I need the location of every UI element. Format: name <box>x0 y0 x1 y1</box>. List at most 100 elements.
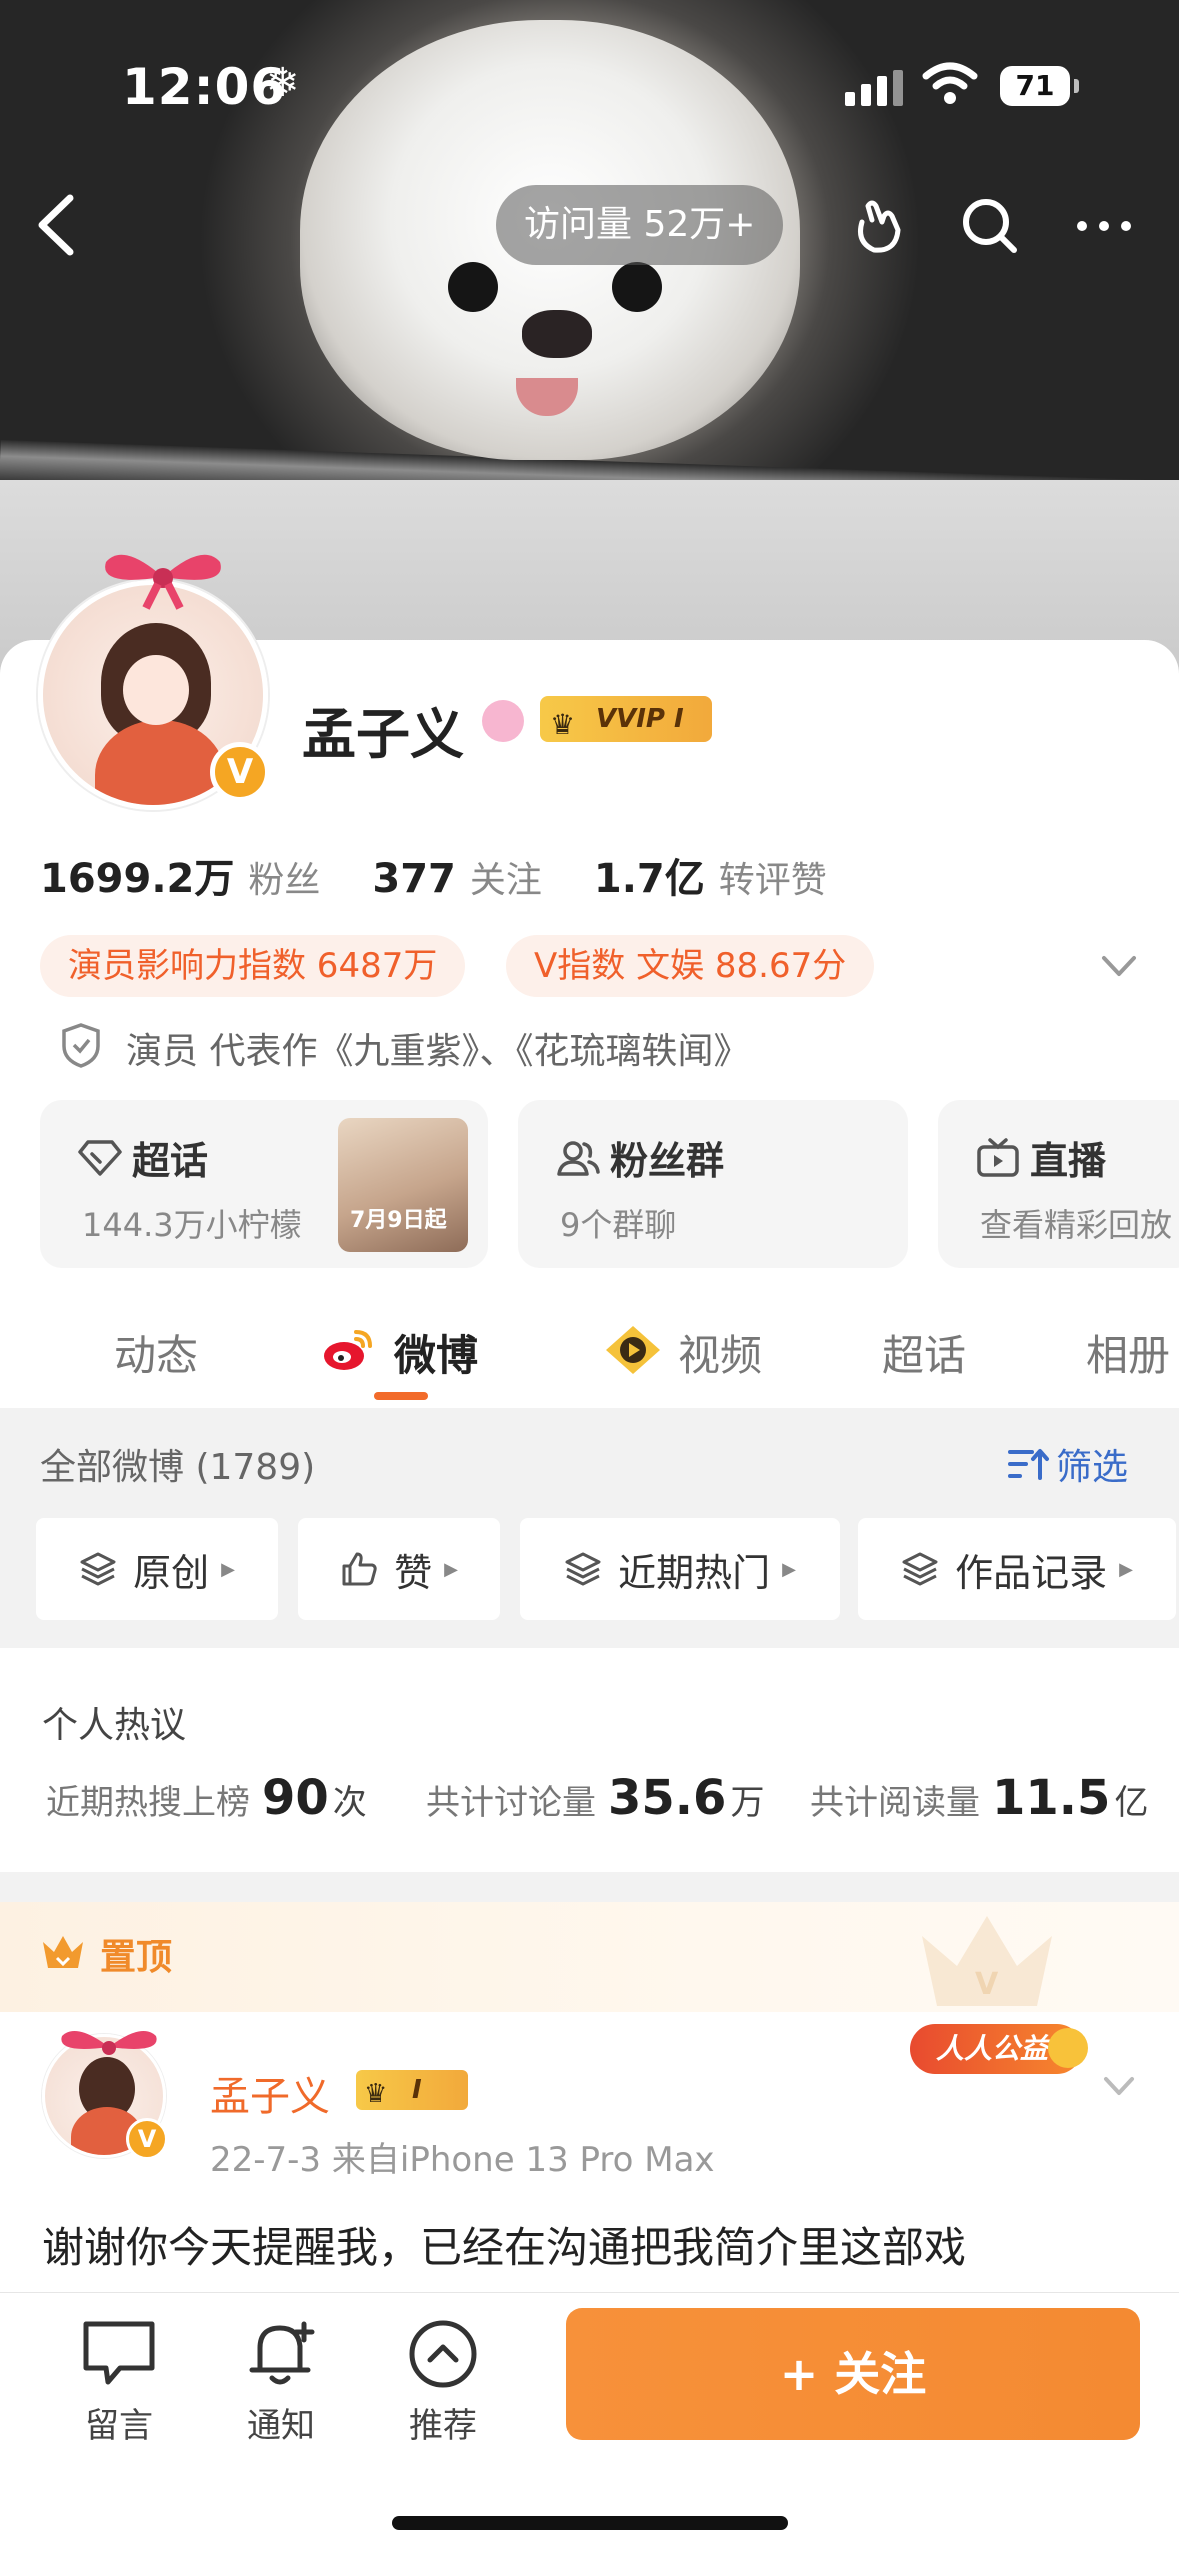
profile-name: 孟子义 <box>302 703 464 766</box>
reads-stat[interactable]: 共计阅读量 11.5 亿 <box>810 1770 1148 1826</box>
bell-plus-icon <box>249 2321 315 2385</box>
fan-group-card[interactable]: 粉丝群 9个群聊 <box>518 1100 908 1268</box>
following-count[interactable]: 377 <box>372 856 456 902</box>
hot-search-stat[interactable]: 近期热搜上榜 90 次 <box>46 1770 367 1826</box>
chip-trending-label: 近期热门 <box>618 1550 771 1595</box>
more-icon[interactable] <box>1070 192 1138 260</box>
weibo-logo-icon <box>324 1330 372 1370</box>
chevron-down-icon[interactable] <box>1098 2066 1140 2106</box>
message-icon <box>83 2321 155 2385</box>
filter-button[interactable]: 筛选 <box>1056 1438 1128 1490</box>
post-vip-label: I <box>412 2075 422 2105</box>
discussion-value: 35.6 <box>608 1770 727 1826</box>
thumbnail-date: 7月9日起 <box>350 1208 447 1233</box>
snowflake-icon: ❄ <box>266 60 300 106</box>
hot-discussion-title: 个人热议 <box>42 1705 187 1746</box>
reposts-likes-label: 转评赞 <box>718 860 827 901</box>
vvip-badge[interactable]: ♛ VVIP I <box>540 696 712 742</box>
discussion-stat[interactable]: 共计讨论量 35.6 万 <box>426 1770 764 1826</box>
active-tab-indicator <box>374 1392 428 1400</box>
profile-bio: 演员 代表作《九重紫》、《花琉璃轶闻》 <box>126 1031 750 1072</box>
reads-unit: 亿 <box>1114 1783 1149 1823</box>
cellular-signal-icon <box>845 70 903 106</box>
battery-indicator: 71 <box>1000 66 1079 106</box>
discussion-label: 共计讨论量 <box>426 1783 596 1823</box>
live-card[interactable]: 直播 查看精彩回放 <box>938 1100 1179 1268</box>
post-verified-badge: V <box>126 2118 168 2160</box>
fans-count[interactable]: 1699.2万 <box>40 846 234 904</box>
diamond-icon <box>78 1140 122 1176</box>
shield-icon <box>62 1023 100 1068</box>
pinned-label: 置顶 <box>100 1937 173 1978</box>
crown-icon <box>43 1936 83 1968</box>
chevron-down-icon[interactable] <box>1096 946 1142 986</box>
home-indicator <box>392 2516 788 2530</box>
super-topic-title: 超话 <box>132 1139 209 1183</box>
chip-like[interactable]: 赞 ▶ <box>298 1518 500 1620</box>
back-icon[interactable] <box>26 190 86 260</box>
all-posts-count: 全部微博 (1789) <box>40 1447 316 1488</box>
search-icon[interactable] <box>956 192 1024 260</box>
post-author-name[interactable]: 孟子义 <box>210 2064 330 2122</box>
visits-counter[interactable]: 访问量 52万+ <box>496 185 784 265</box>
v-index-tag[interactable]: V指数 文娱 88.67分 <box>506 935 875 997</box>
crown-icon: ♛ <box>364 2079 388 2109</box>
chip-works-label: 作品记录 <box>955 1550 1108 1595</box>
vvip-label: VVIP I <box>596 704 684 734</box>
chip-trending[interactable]: 近期热门 ▶ <box>520 1518 840 1620</box>
tab-dynamics[interactable]: 动态 <box>114 1322 198 1383</box>
coin-icon <box>1048 2028 1089 2068</box>
chip-like-label: 赞 <box>394 1550 433 1595</box>
tab-weibo[interactable]: 微博 <box>394 1322 478 1383</box>
people-icon <box>557 1141 600 1176</box>
post-vip-badge[interactable]: ♛ I <box>356 2070 468 2110</box>
wifi-icon <box>922 62 978 104</box>
super-topic-card[interactable]: 超话 144.3万小柠檬 7月9日起 <box>40 1100 488 1268</box>
reads-label: 共计阅读量 <box>810 1783 980 1823</box>
female-icon <box>482 700 524 742</box>
charity-badge[interactable]: 人人公益 <box>910 2024 1089 2074</box>
dog-nose <box>522 310 592 358</box>
tab-super-topic[interactable]: 超话 <box>882 1322 966 1383</box>
fans-label: 粉丝 <box>248 860 321 901</box>
chevron-up-circle-icon <box>409 2320 477 2388</box>
super-topic-subtitle: 144.3万小柠檬 <box>82 1206 302 1244</box>
video-play-icon <box>606 1326 660 1374</box>
super-topic-thumbnail: 7月9日起 <box>338 1118 468 1252</box>
chip-original[interactable]: 原创 ▶ <box>36 1518 278 1620</box>
section-divider <box>0 1872 1179 1902</box>
reposts-likes-count[interactable]: 1.7亿 <box>594 846 705 904</box>
tab-album[interactable]: 相册 <box>1086 1322 1170 1383</box>
profile-tabs: 动态 微博 视频 超话 相册 <box>0 1300 1179 1400</box>
thumbs-up-icon <box>342 1552 377 1586</box>
following-label: 关注 <box>469 860 542 901</box>
layers-icon <box>80 1552 116 1586</box>
filter-icon[interactable] <box>1006 1444 1050 1484</box>
profile-avatar[interactable]: V <box>38 554 270 810</box>
tab-video[interactable]: 视频 <box>678 1322 762 1383</box>
follow-button[interactable]: + 关注 <box>566 2308 1140 2440</box>
status-time: 12:06 <box>122 58 287 116</box>
fan-group-subtitle: 9个群聊 <box>560 1206 677 1244</box>
gift-hand-icon[interactable] <box>842 192 910 260</box>
recommend-button[interactable]: 推荐 <box>388 2318 498 2447</box>
triangle-right-icon: ▶ <box>444 1558 458 1580</box>
live-title: 直播 <box>1030 1139 1107 1183</box>
layers-icon <box>565 1552 601 1586</box>
fan-group-title: 粉丝群 <box>610 1139 725 1183</box>
hot-search-label: 近期热搜上榜 <box>46 1783 250 1823</box>
comment-button[interactable]: 留言 <box>64 2318 174 2447</box>
dog-left-eye <box>448 262 498 312</box>
post-meta: 22-7-3 来自iPhone 13 Pro Max <box>210 2140 715 2180</box>
profile-stats: 1699.2万 粉丝 377 关注 1.7亿 转评赞 <box>40 846 879 904</box>
svg-text:V: V <box>975 1967 999 2002</box>
post-text[interactable]: 谢谢你今天提醒我，已经在沟通把我简介里这部戏 <box>42 2214 1162 2275</box>
chip-works[interactable]: 作品记录 ▶ <box>858 1518 1176 1620</box>
crown-icon: ♛ <box>550 708 576 741</box>
notify-button[interactable]: 通知 <box>226 2318 336 2447</box>
influence-index-tag[interactable]: 演员影响力指数 6487万 <box>40 935 466 997</box>
notify-label: 通知 <box>247 2406 315 2446</box>
hot-search-value: 90 <box>262 1770 329 1826</box>
bow-decoration-icon <box>105 554 221 610</box>
chip-original-label: 原创 <box>133 1550 210 1595</box>
